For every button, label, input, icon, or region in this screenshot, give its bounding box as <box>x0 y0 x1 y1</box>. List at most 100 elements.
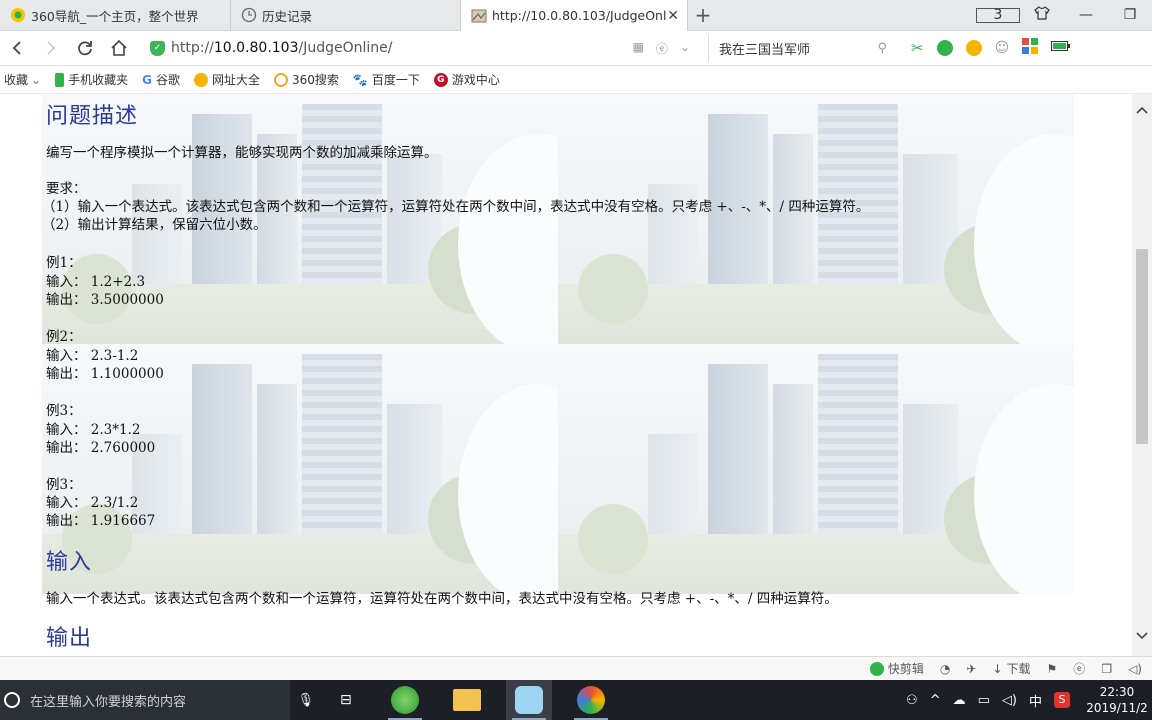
url-path: /JudgeOnline/ <box>298 40 393 56</box>
bookmark-game-center[interactable]: G 游戏中心 <box>433 71 500 88</box>
taskbar-360-browser[interactable] <box>382 680 428 720</box>
cortana-icon[interactable] <box>4 692 20 708</box>
download-button[interactable]: ↓ 下载 <box>992 660 1030 677</box>
live-app-icon <box>514 686 543 714</box>
requirements-title: 要求： <box>46 181 87 197</box>
search-box[interactable]: 我在三国当军师 ⚲ <box>708 34 893 62</box>
bookmark-label: 手机收藏夹 <box>68 73 129 87</box>
example-title: 例3： <box>46 403 82 419</box>
requirement-1: （1）输入一个表达式。该表达式包含两个数和一个运算符，运算符处在两个数中间，表达… <box>42 199 870 215</box>
example-input: 输入： 2.3-1.2 <box>46 348 139 364</box>
extension-icons: ✂ ☺ <box>911 38 1071 58</box>
translate-icon[interactable] <box>936 40 953 56</box>
maximize-button[interactable]: ❐ <box>1108 7 1152 23</box>
tab-count-button[interactable]: 3 <box>976 7 1020 23</box>
quick-cut-icon <box>869 661 884 676</box>
heading-problem-description: 问题描述 <box>46 104 139 129</box>
download-label: 下载 <box>1006 662 1031 676</box>
sogou-ime-icon[interactable]: S <box>1054 692 1070 708</box>
tab-360-nav[interactable]: 360导航_一个主页，整个世界 <box>0 0 230 30</box>
example-input: 输入： 2.3/1.2 <box>46 495 139 511</box>
vertical-scrollbar[interactable] <box>1132 94 1152 656</box>
taskbar-file-explorer[interactable] <box>444 680 490 720</box>
volume-icon[interactable]: ◁) <box>1002 693 1017 708</box>
download-icon: ↓ <box>992 661 1003 676</box>
page-viewport: 问题描述 编写一个程序模拟一个计算器，能够实现两个数的加减乘除运算。 要求： （… <box>0 94 1152 656</box>
360-nav-icon <box>10 7 26 23</box>
bookmarks-folder-label: 收藏 <box>4 73 29 87</box>
address-bar[interactable]: ✓ http://10.0.80.103/JudgeOnline/ ▦ ⓔ ⌄ <box>150 35 690 62</box>
bookmark-mobile-favorites[interactable]: 手机收藏夹 <box>55 71 128 88</box>
window-icon[interactable]: ❐ <box>1101 662 1112 676</box>
chevron-down-icon[interactable]: ⌄ <box>680 40 690 57</box>
ie-mode-icon[interactable]: ⓔ <box>656 40 668 57</box>
example-title: 例2： <box>46 329 82 345</box>
example-input: 输入： 2.3*1.2 <box>46 422 141 438</box>
quick-cut-button[interactable]: 快剪辑 <box>869 660 924 677</box>
bookmark-google[interactable]: G 谷歌 <box>142 71 180 88</box>
bookmark-label: 游戏中心 <box>451 73 500 87</box>
battery-icon[interactable] <box>1051 40 1071 56</box>
back-button[interactable] <box>0 33 34 63</box>
battery-icon[interactable]: ▭ <box>978 693 990 708</box>
clock-time: 22:30 <box>1099 685 1135 699</box>
shirt-skin-icon[interactable] <box>1020 6 1064 24</box>
taskbar-search-placeholder: 在这里输入你要搜索的内容 <box>30 694 187 710</box>
tab-judge-online[interactable]: http://10.0.80.103/JudgeOnlin ✕ <box>460 0 688 31</box>
search-text: 我在三国当军师 <box>719 42 811 58</box>
bookmark-site-directory[interactable]: 网址大全 <box>193 71 260 88</box>
scissors-screenshot-icon[interactable]: ✂ <box>911 39 924 57</box>
coupon-icon[interactable] <box>965 40 982 56</box>
scroll-up-icon[interactable] <box>1132 104 1152 122</box>
window-controls: 3 — ❐ <box>976 0 1152 30</box>
example-input: 输入： 1.2+2.3 <box>46 274 146 290</box>
bookmark-360-search[interactable]: 360搜索 <box>273 71 339 88</box>
home-button[interactable] <box>102 33 136 63</box>
forward-button[interactable] <box>34 33 68 63</box>
new-tab-button[interactable]: + <box>688 0 718 30</box>
chevron-up-icon[interactable]: ^ <box>930 693 941 708</box>
bookmark-baidu[interactable]: 🐾 百度一下 <box>353 71 420 88</box>
tab-label: 历史记录 <box>262 8 313 24</box>
problem-description: 编写一个程序模拟一个计算器，能够实现两个数的加减乘除运算。 <box>46 145 438 161</box>
volume-icon[interactable]: ◁) <box>1128 662 1142 676</box>
qr-code-icon[interactable]: ▦ <box>633 40 644 57</box>
bookmark-label: 百度一下 <box>371 73 420 87</box>
microphone-icon[interactable]: 🎙 <box>297 693 314 708</box>
taskbar-live-app[interactable] <box>505 680 552 720</box>
ime-indicator[interactable]: 中 <box>1029 691 1042 710</box>
taskbar-game-app[interactable] <box>568 680 614 720</box>
task-view-icon[interactable]: ⊟ <box>340 692 352 708</box>
tab-strip: 360导航_一个主页，整个世界 历史记录 http://10.0.80.103/… <box>0 0 1152 31</box>
background-image <box>558 344 1074 594</box>
bookmark-label: 360搜索 <box>291 73 339 87</box>
search-icon[interactable]: ⚲ <box>877 41 887 56</box>
url-host: 10.0.80.103 <box>213 40 299 56</box>
360-search-icon <box>273 72 288 87</box>
minimize-button[interactable]: — <box>1064 7 1108 23</box>
quick-cut-label: 快剪辑 <box>887 662 924 676</box>
heading-input: 输入 <box>46 550 93 575</box>
reload-button[interactable] <box>68 33 102 63</box>
ie-icon[interactable]: ⓔ <box>1073 660 1085 677</box>
people-icon[interactable]: ⚇ <box>906 693 918 708</box>
security-shield-icon: ✓ <box>150 40 165 56</box>
flag-icon[interactable]: ⚑ <box>1047 662 1058 676</box>
bookmarks-bar: 收藏 ⌄ 手机收藏夹 G 谷歌 网址大全 360搜索 🐾 百度一下 G 游戏中心 <box>0 66 1152 94</box>
scroll-down-icon[interactable] <box>1132 630 1152 648</box>
close-icon[interactable]: ✕ <box>667 8 679 24</box>
tab-history[interactable]: 历史记录 <box>230 0 460 30</box>
bookmarks-folder-button[interactable]: 收藏 ⌄ <box>4 71 41 88</box>
scrollbar-thumb[interactable] <box>1136 249 1148 444</box>
input-description: 输入一个表达式。该表达式包含两个数和一个运算符，运算符处在两个数中间，表达式中没… <box>46 591 838 607</box>
clean-icon[interactable]: ✈ <box>966 662 976 676</box>
emoji-icon[interactable]: ☺ <box>995 40 1010 56</box>
apps-grid-icon[interactable] <box>1022 38 1039 58</box>
taskbar-search[interactable]: 在这里输入你要搜索的内容 🎙 <box>0 680 314 720</box>
clock[interactable]: 22:30 2019/11/2 <box>1082 684 1152 716</box>
example-output: 输出： 1.1000000 <box>46 366 164 382</box>
url-scheme: http:// <box>171 40 214 56</box>
game-center-icon: G <box>433 72 448 87</box>
accelerate-icon[interactable]: ◔ <box>940 662 950 676</box>
cloud-icon[interactable]: ☁ <box>953 693 966 708</box>
